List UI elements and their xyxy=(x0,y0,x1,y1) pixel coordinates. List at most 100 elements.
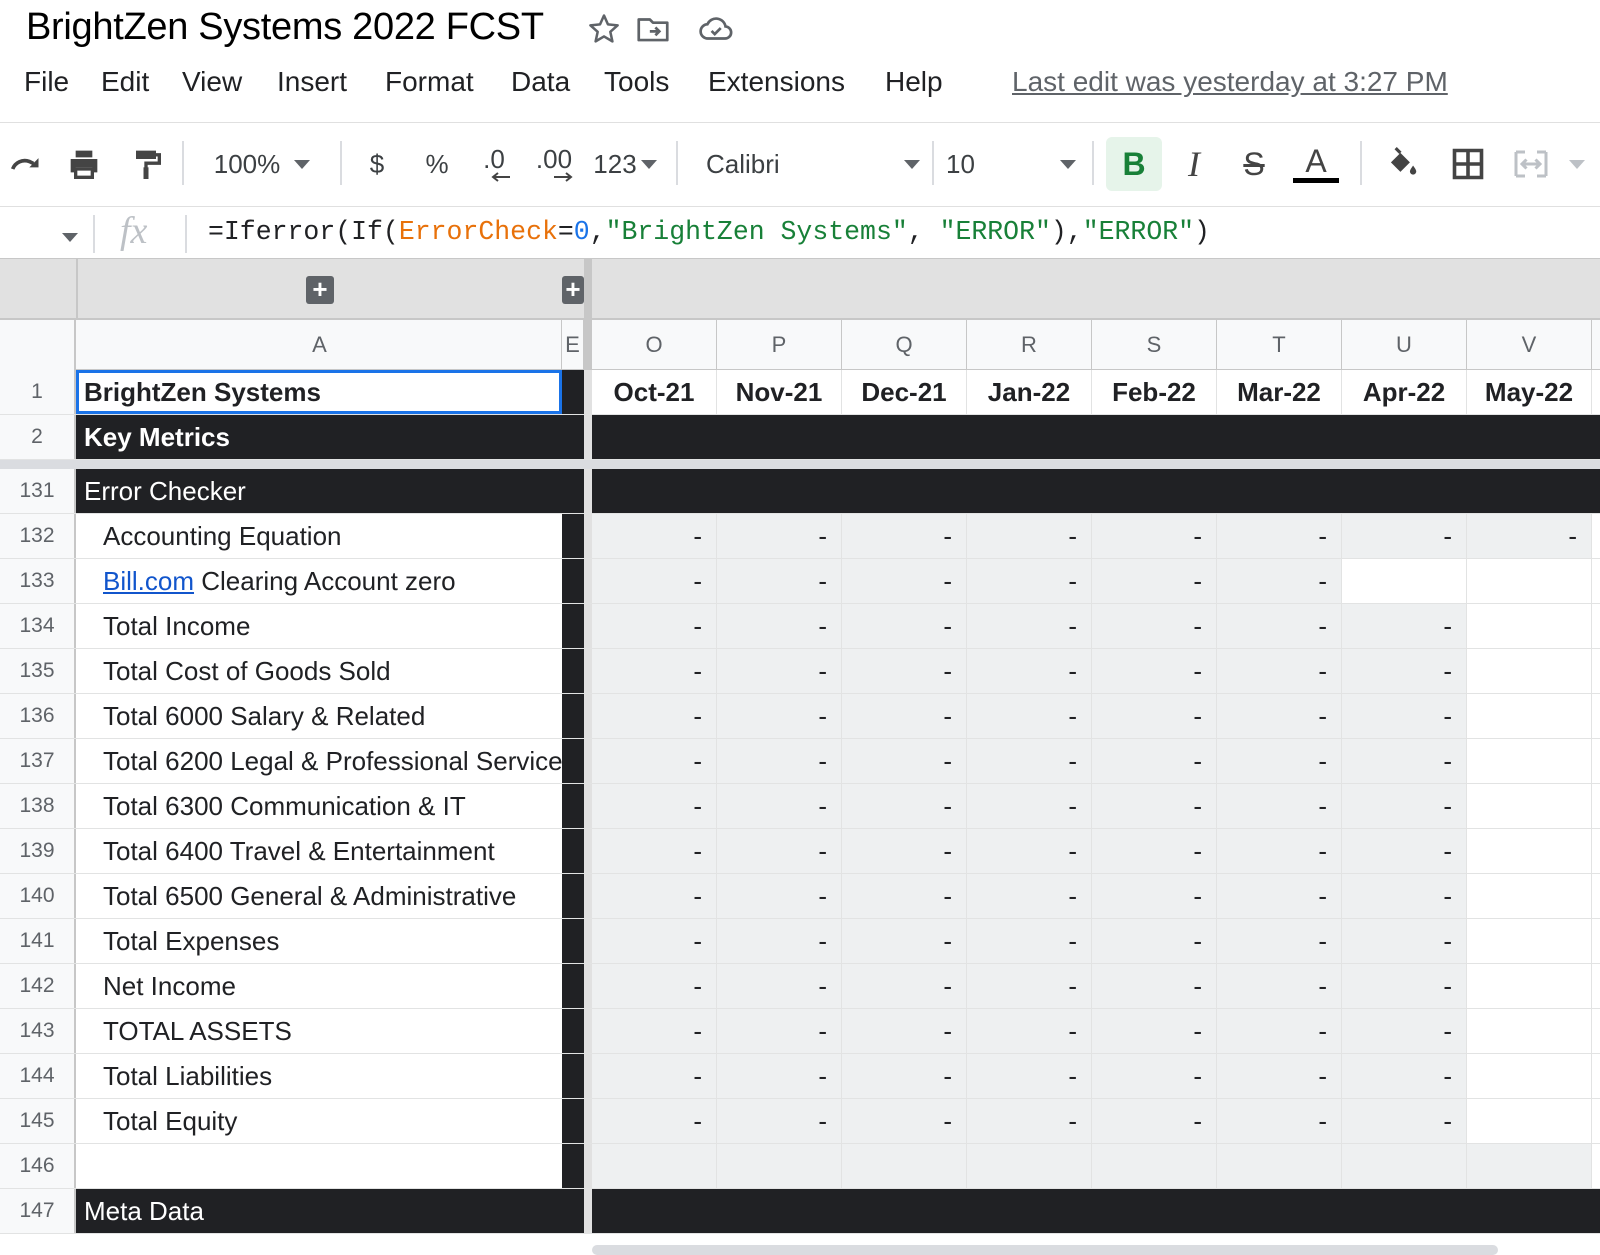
row-label-cell[interactable]: Total Expenses xyxy=(76,919,562,963)
month-header-cell[interactable]: Mar-22 xyxy=(1217,370,1342,414)
value-cell[interactable] xyxy=(967,1144,1092,1188)
value-cell[interactable]: - xyxy=(967,964,1092,1008)
value-cell[interactable]: - xyxy=(842,964,967,1008)
value-cell[interactable]: - xyxy=(717,559,842,603)
value-cell[interactable]: - xyxy=(592,919,717,963)
value-cell[interactable]: - xyxy=(592,514,717,558)
value-cell[interactable] xyxy=(842,1144,967,1188)
value-cell[interactable]: - xyxy=(1217,559,1342,603)
month-header-cell[interactable]: Apr-22 xyxy=(1342,370,1467,414)
value-cell[interactable]: - xyxy=(592,1009,717,1053)
value-cell[interactable] xyxy=(592,1144,717,1188)
value-cell[interactable] xyxy=(1467,964,1592,1008)
month-header-cell[interactable]: Nov-21 xyxy=(717,370,842,414)
row-header[interactable]: 143 xyxy=(0,1009,76,1053)
value-cell[interactable]: - xyxy=(1092,964,1217,1008)
value-cell[interactable]: - xyxy=(1342,694,1467,738)
value-cell[interactable] xyxy=(1467,1189,1592,1233)
column-e-cell[interactable] xyxy=(562,604,584,648)
value-cell[interactable] xyxy=(1467,919,1592,963)
cloud-saved-icon[interactable] xyxy=(697,10,735,48)
row-header[interactable]: 2 xyxy=(0,415,76,459)
column-e-cell[interactable] xyxy=(562,370,584,414)
horizontal-scrollbar[interactable] xyxy=(592,1245,1498,1255)
freeze-divider[interactable] xyxy=(584,604,592,648)
value-cell[interactable]: - xyxy=(1092,559,1217,603)
select-all-corner[interactable] xyxy=(0,320,76,370)
row-header[interactable]: 131 xyxy=(0,469,76,513)
freeze-divider[interactable] xyxy=(584,964,592,1008)
column-e-cell[interactable] xyxy=(562,1054,584,1098)
value-cell[interactable]: - xyxy=(1217,784,1342,828)
row-label-cell[interactable]: Key Metrics xyxy=(76,415,562,459)
row-header[interactable]: 146 xyxy=(0,1144,76,1188)
column-header-a[interactable]: A xyxy=(78,320,562,370)
value-cell[interactable]: - xyxy=(1217,1054,1342,1098)
column-e-cell[interactable] xyxy=(562,964,584,1008)
borders-icon[interactable] xyxy=(1446,137,1490,191)
value-cell[interactable]: - xyxy=(967,559,1092,603)
document-title[interactable]: BrightZen Systems 2022 FCST xyxy=(26,6,544,49)
row-header[interactable]: 1 xyxy=(0,370,76,414)
value-cell[interactable]: - xyxy=(1342,964,1467,1008)
value-cell[interactable]: - xyxy=(717,919,842,963)
row-label-cell[interactable]: Total 6200 Legal & Professional Services xyxy=(76,739,562,783)
row-label-cell[interactable]: Total 6400 Travel & Entertainment xyxy=(76,829,562,873)
value-cell[interactable] xyxy=(717,1189,842,1233)
value-cell[interactable] xyxy=(1092,1189,1217,1233)
value-cell[interactable] xyxy=(1467,415,1592,459)
column-header-s[interactable]: S xyxy=(1092,320,1217,370)
value-cell[interactable]: - xyxy=(1092,784,1217,828)
column-e-cell[interactable] xyxy=(562,559,584,603)
value-cell[interactable]: - xyxy=(967,784,1092,828)
value-cell[interactable]: - xyxy=(842,1009,967,1053)
row-label-cell[interactable]: Net Income xyxy=(76,964,562,1008)
name-box-dropdown-icon[interactable] xyxy=(62,229,78,247)
value-cell[interactable]: - xyxy=(842,514,967,558)
menu-file[interactable]: File xyxy=(24,66,69,98)
value-cell[interactable]: - xyxy=(842,694,967,738)
print-icon[interactable] xyxy=(62,137,106,191)
row-header[interactable]: 144 xyxy=(0,1054,76,1098)
value-cell[interactable]: - xyxy=(717,1054,842,1098)
expand-group-icon[interactable]: + xyxy=(306,276,334,304)
value-cell[interactable]: - xyxy=(592,739,717,783)
value-cell[interactable]: - xyxy=(1217,739,1342,783)
column-e-cell[interactable] xyxy=(562,1099,584,1143)
column-e-cell[interactable] xyxy=(562,649,584,693)
value-cell[interactable] xyxy=(1217,1144,1342,1188)
value-cell[interactable] xyxy=(592,415,717,459)
value-cell[interactable]: - xyxy=(967,874,1092,918)
value-cell[interactable]: - xyxy=(1217,649,1342,693)
hidden-rows-divider[interactable] xyxy=(0,460,1600,469)
value-cell[interactable]: - xyxy=(967,514,1092,558)
value-cell[interactable] xyxy=(1467,694,1592,738)
column-e-cell[interactable] xyxy=(562,829,584,873)
value-cell[interactable]: - xyxy=(1217,1099,1342,1143)
value-cell[interactable]: - xyxy=(967,739,1092,783)
value-cell[interactable]: - xyxy=(1092,919,1217,963)
bold-button[interactable]: B xyxy=(1106,137,1162,191)
value-cell[interactable] xyxy=(1342,559,1467,603)
freeze-divider[interactable] xyxy=(584,1144,592,1188)
freeze-divider[interactable] xyxy=(584,739,592,783)
value-cell[interactable]: - xyxy=(1092,1054,1217,1098)
font-size-select[interactable]: 10 xyxy=(946,137,1076,191)
freeze-divider[interactable] xyxy=(584,514,592,558)
value-cell[interactable] xyxy=(1467,829,1592,873)
value-cell[interactable]: - xyxy=(842,874,967,918)
column-header-q[interactable]: Q xyxy=(842,320,967,370)
row-label-cell[interactable]: Total 6000 Salary & Related xyxy=(76,694,562,738)
value-cell[interactable]: - xyxy=(842,559,967,603)
value-cell[interactable]: - xyxy=(592,874,717,918)
value-cell[interactable]: - xyxy=(1342,1009,1467,1053)
month-header-cell[interactable]: Feb-22 xyxy=(1092,370,1217,414)
paint-format-icon[interactable] xyxy=(124,137,168,191)
selected-cell-a1[interactable]: BrightZen Systems xyxy=(76,370,562,414)
italic-button[interactable]: I xyxy=(1172,137,1216,191)
value-cell[interactable] xyxy=(1342,1189,1467,1233)
value-cell[interactable] xyxy=(592,1189,717,1233)
row-header[interactable]: 137 xyxy=(0,739,76,783)
hyperlink[interactable]: Bill.com xyxy=(103,566,194,597)
row-label-cell[interactable]: Total Equity xyxy=(76,1099,562,1143)
